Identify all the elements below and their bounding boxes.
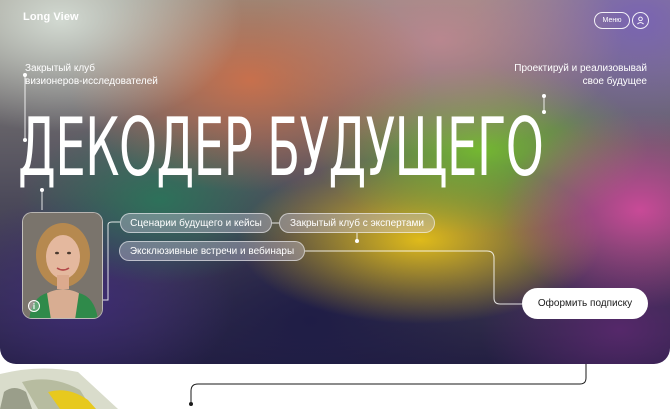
hero-section: Long View Меню Закрытый клуб визионеров-…	[0, 0, 670, 364]
decorative-object	[0, 368, 118, 409]
tag-expert-club[interactable]: Закрытый клуб с экспертами	[279, 213, 435, 233]
subscribe-button[interactable]: Оформить подписку	[522, 288, 648, 319]
tagline-line1: Проектируй и реализовывай	[514, 63, 647, 74]
menu-button[interactable]: Меню	[594, 12, 630, 29]
logo[interactable]: Long View	[23, 11, 79, 23]
tagline: Проектируй и реализовывай свое будущее	[480, 62, 647, 88]
tag-exclusive-meetings[interactable]: Эксклюзивные встречи и вебинары	[119, 241, 305, 261]
club-description-line1: Закрытый клуб	[25, 63, 96, 74]
tag-future-scenarios[interactable]: Сценарии будущего и кейсы	[120, 213, 272, 233]
tagline-line2: свое будущее	[582, 76, 647, 87]
user-icon	[637, 16, 644, 25]
next-section-peek	[0, 364, 587, 409]
info-icon[interactable]: i	[28, 300, 40, 312]
club-description: Закрытый клуб визионеров-исследователей	[25, 62, 158, 88]
page-title: ДЕКОДЕР БУДУЩЕГО	[18, 101, 544, 194]
user-account-button[interactable]	[632, 12, 649, 29]
club-description-line2: визионеров-исследователей	[25, 76, 158, 87]
